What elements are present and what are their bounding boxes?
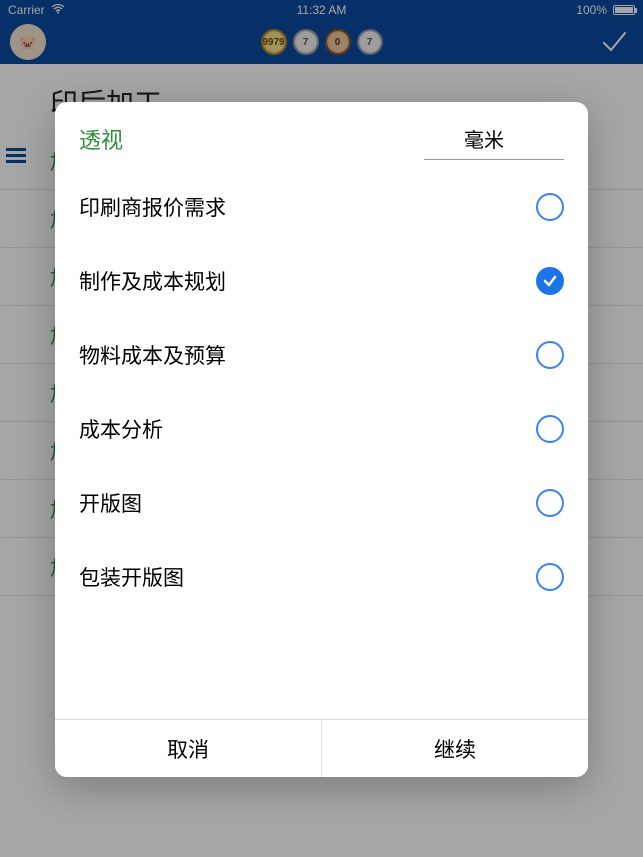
radio-icon[interactable] (536, 563, 564, 591)
option-label: 印刷商报价需求 (79, 192, 226, 222)
option-row[interactable]: 包装开版图 (55, 540, 588, 614)
option-row[interactable]: 制作及成本规划 (55, 244, 588, 318)
option-row[interactable]: 开版图 (55, 466, 588, 540)
unit-select[interactable]: 毫米 (424, 118, 564, 160)
option-row[interactable]: 物料成本及预算 (55, 318, 588, 392)
perspective-modal: 透视 毫米 印刷商报价需求制作及成本规划物料成本及预算成本分析开版图包装开版图 … (55, 102, 588, 777)
cancel-button[interactable]: 取消 (55, 720, 321, 777)
option-label: 包装开版图 (79, 562, 184, 592)
option-label: 制作及成本规划 (79, 266, 226, 296)
option-label: 物料成本及预算 (79, 340, 226, 370)
option-row[interactable]: 印刷商报价需求 (55, 170, 588, 244)
option-label: 开版图 (79, 488, 142, 518)
radio-icon[interactable] (536, 341, 564, 369)
option-label: 成本分析 (79, 414, 163, 444)
radio-icon[interactable] (536, 415, 564, 443)
modal-title: 透视 (79, 123, 123, 155)
radio-selected-icon[interactable] (536, 267, 564, 295)
option-row[interactable]: 成本分析 (55, 392, 588, 466)
radio-icon[interactable] (536, 193, 564, 221)
radio-icon[interactable] (536, 489, 564, 517)
options-list: 印刷商报价需求制作及成本规划物料成本及预算成本分析开版图包装开版图 (55, 170, 588, 719)
continue-button[interactable]: 继续 (321, 720, 588, 777)
